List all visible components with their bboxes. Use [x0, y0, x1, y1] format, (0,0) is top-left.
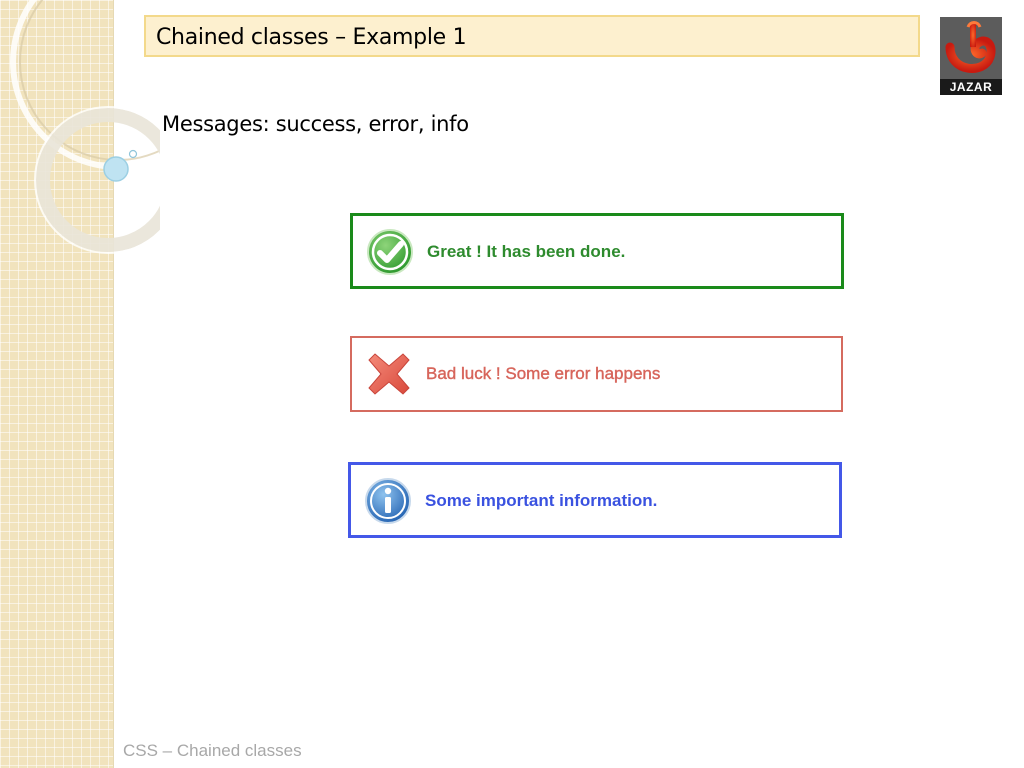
decorative-rings	[10, 0, 160, 254]
slide-title: Chained classes – Example 1	[156, 25, 467, 50]
jazar-logo: JAZAR	[940, 17, 1002, 95]
success-message: Great ! It has been done.	[350, 213, 844, 289]
info-message-text: Some important information.	[425, 491, 658, 510]
success-message-text: Great ! It has been done.	[427, 242, 626, 261]
checkmark-icon	[367, 229, 413, 275]
slide-subtitle: Messages: success, error, info	[162, 112, 469, 136]
info-icon	[365, 478, 411, 524]
slide-title-bar: Chained classes – Example 1	[144, 15, 920, 57]
error-message-text: Bad luck ! Some error happens	[426, 364, 661, 383]
slide-footer: CSS – Chained classes	[123, 741, 302, 760]
info-message: Some important information.	[348, 462, 842, 538]
cross-icon	[368, 353, 410, 395]
jazar-logo-icon	[940, 17, 1002, 79]
logo-text: JAZAR	[940, 79, 1002, 95]
error-message: Bad luck ! Some error happens	[350, 336, 843, 412]
